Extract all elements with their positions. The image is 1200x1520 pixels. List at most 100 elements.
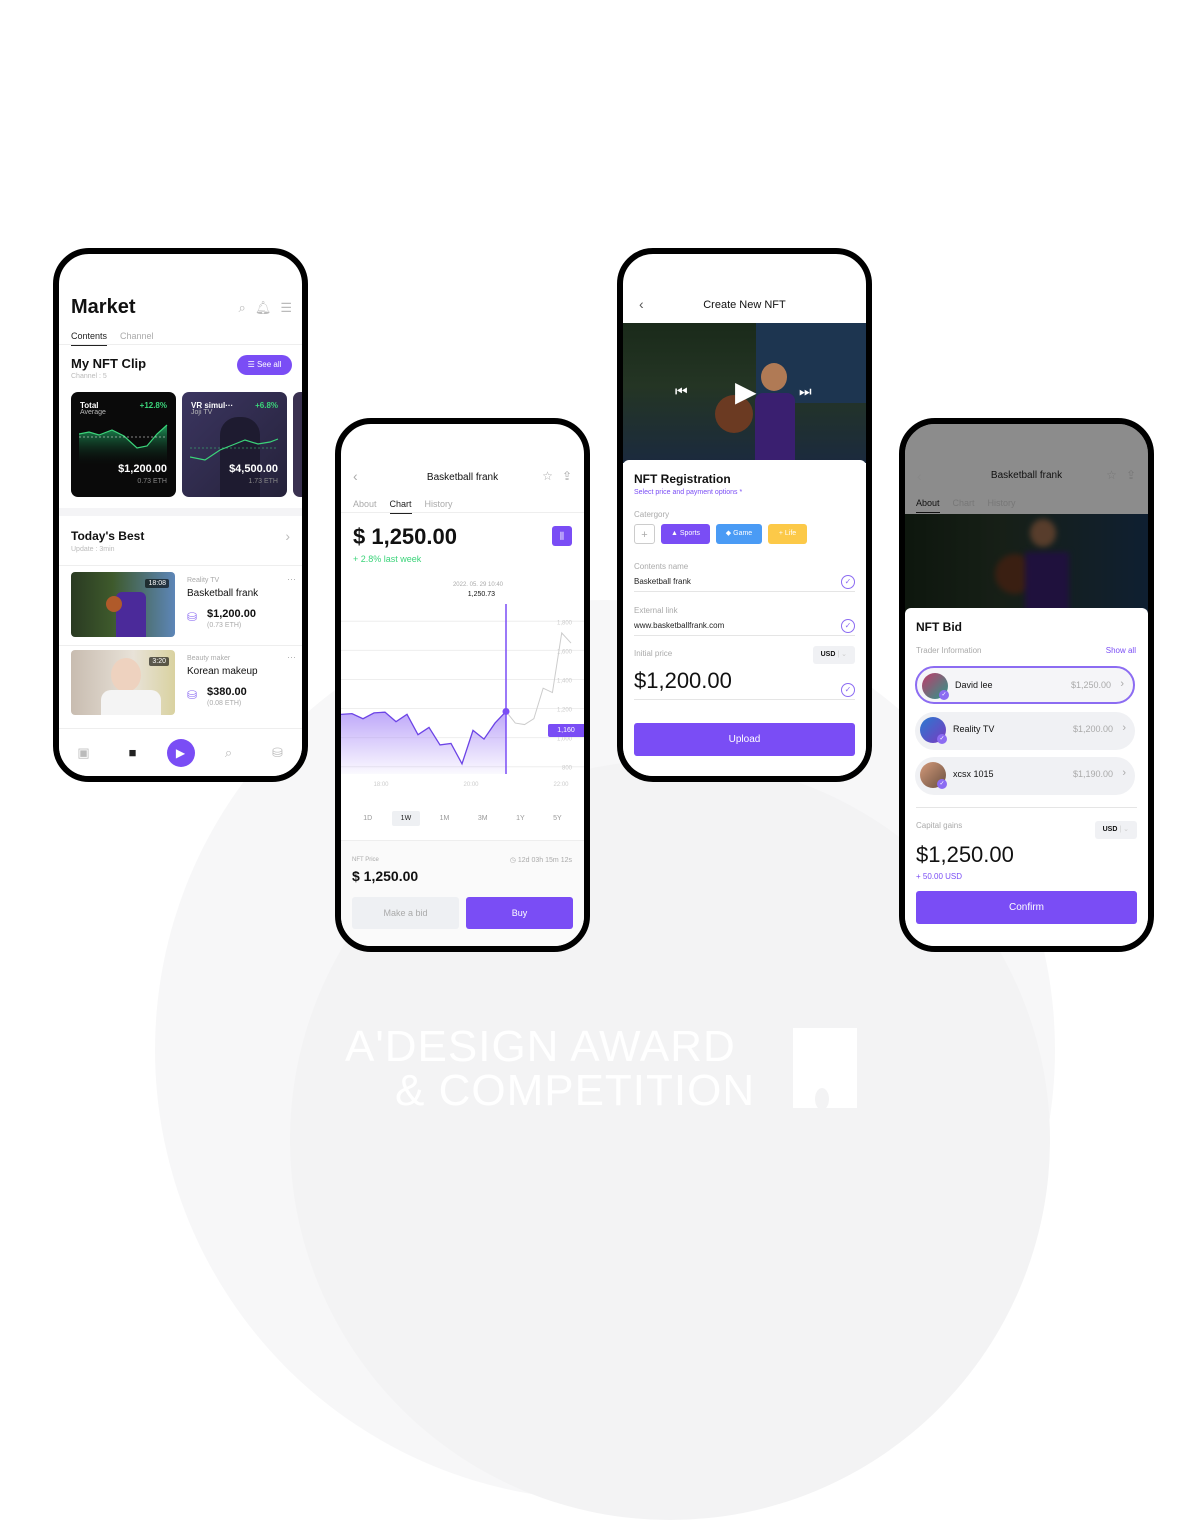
watermark-line: A'DESIGN AWARD [345, 1022, 736, 1071]
external-link-input[interactable]: www.basketballfrank.com [634, 621, 724, 630]
list-item[interactable]: 3:20 Beauty maker Korean makeup ⛁ $380.0… [71, 650, 296, 720]
chevron-down-icon: | ⌄ [1119, 826, 1129, 833]
tab-history[interactable]: History [988, 498, 1016, 513]
tooltip-value: 1,250.73 [467, 591, 495, 598]
chip-label: Sports [679, 530, 701, 537]
section-subtitle: Update : 3min [71, 546, 115, 553]
buy-button[interactable]: Buy [466, 897, 573, 929]
video-player[interactable]: ⏮ ▶ ⏭ [623, 323, 866, 463]
play-plus-icon[interactable]: ▶ [166, 738, 195, 767]
chip-life[interactable]: + Life [768, 524, 807, 544]
trader-info-label: Trader Information [916, 646, 982, 655]
item-price: $1,200.00 [207, 608, 256, 620]
video-thumbnail: 18:08 [71, 572, 175, 637]
list-item[interactable]: 18:08 Reality TV Basketball frank ⛁ $1,2… [71, 572, 296, 642]
range-1d[interactable]: 1D [354, 811, 381, 826]
card-eth: 0.73 ETH [137, 478, 167, 485]
show-all-link[interactable]: Show all [1106, 646, 1136, 655]
bid-price: $1,200.00 [1072, 724, 1113, 734]
clip-card[interactable]: VR simul··· Joji TV +6.8% $4,500.00 1.73… [182, 392, 287, 497]
share-icon[interactable]: ⇪ [562, 469, 572, 483]
mini-chart [79, 424, 168, 467]
video-figure [755, 393, 795, 463]
price-chart[interactable]: 8001,0001,2001,4001,6001,80018:00 20:00 22… [341, 599, 584, 799]
bidder-name: Reality TV [953, 724, 995, 734]
field-underline [634, 591, 855, 592]
contents-name-input[interactable]: Basketball frank [634, 577, 691, 586]
range-1m[interactable]: 1M [431, 811, 459, 826]
chip-game[interactable]: ◆ Game [716, 524, 762, 544]
candlestick-icon[interactable]: ⫼ [552, 526, 572, 546]
chevron-right-icon: › [1122, 722, 1126, 734]
watermark: A'DESIGN AWARD & COMPETITION [345, 1025, 755, 1113]
star-icon[interactable]: ☆ [542, 469, 553, 483]
confirm-button[interactable]: Confirm [916, 891, 1137, 924]
range-5y[interactable]: 5Y [544, 811, 571, 826]
initial-price-input[interactable]: $1,200.00 [634, 668, 732, 694]
clock-icon: ◷ [509, 857, 518, 864]
bid-sheet: NFT Bid Trader Information Show all ✓ Da… [905, 608, 1148, 946]
cube-icon[interactable]: ■ [118, 745, 148, 760]
chevron-down-icon: | ⌄ [837, 651, 847, 658]
y-tick-label: 1,000 [557, 737, 573, 743]
upload-button[interactable]: Upload [634, 723, 855, 756]
share-icon[interactable]: ⇪ [1126, 468, 1136, 482]
nft-price-label: NFT Price [352, 857, 379, 863]
card-subtitle: Joji TV [191, 409, 213, 416]
bell-icon[interactable]: 🔔︎ [255, 300, 272, 316]
next-icon[interactable]: ⏭ [799, 383, 812, 400]
see-all-button[interactable]: ☰ See all [237, 355, 292, 375]
add-category-button[interactable]: + [634, 524, 655, 544]
range-3m[interactable]: 3M [469, 811, 497, 826]
form-subtitle: Select price and payment options * [634, 489, 743, 496]
bid-row[interactable]: ✓ Reality TV $1,200.00 › [915, 712, 1135, 750]
phone-nft-bid: ‹ Basketball frank ☆ ⇪ About Chart Histo… [899, 418, 1154, 952]
chip-sports[interactable]: ▲ Sports [661, 524, 710, 544]
tab-about[interactable]: About [916, 498, 940, 513]
video-icon[interactable]: ▣ [69, 745, 99, 761]
item-eth: (0.08 ETH) [207, 700, 242, 707]
currency-value: USD [820, 651, 836, 658]
currency-select[interactable]: USD | ⌄ [812, 646, 855, 664]
field-underline [634, 699, 855, 700]
more-icon[interactable]: ··· [287, 652, 296, 662]
bid-row[interactable]: ✓ David lee $1,250.00 › [915, 666, 1135, 704]
clip-card[interactable] [293, 392, 302, 497]
item-title: Basketball frank [187, 588, 259, 599]
x-tick-label: 18:00 [373, 782, 389, 788]
currency-select[interactable]: USD | ⌄ [1094, 821, 1137, 839]
bid-row[interactable]: ✓ xcsx 1015 $1,190.00 › [915, 757, 1135, 795]
chevron-right-icon: › [1122, 767, 1126, 779]
chevron-right-icon[interactable]: › [285, 528, 290, 544]
form-title: NFT Registration [634, 472, 731, 486]
thumbnail-body [101, 690, 161, 715]
modal-overlay[interactable] [905, 424, 1148, 614]
previous-icon[interactable]: ⏮ [675, 383, 688, 400]
watermark-logo [793, 1028, 857, 1110]
card-eth: 1.73 ETH [248, 478, 278, 485]
more-icon[interactable]: ··· [287, 574, 296, 584]
capital-gains-value: $1,250.00 [916, 842, 1014, 867]
initial-price-label: Initial price [634, 649, 673, 658]
bidder-name: xcsx 1015 [953, 769, 994, 779]
star-icon[interactable]: ☆ [1106, 468, 1117, 482]
x-tick-label: 22:00 [553, 782, 569, 788]
range-1y[interactable]: 1Y [507, 811, 534, 826]
current-price: $ 1,250.00 [353, 524, 457, 549]
sports-icon: ▲ [670, 530, 678, 537]
coins-icon[interactable]: ⛁ [263, 745, 293, 761]
current-price-tag: 1,160 [548, 724, 584, 737]
check-icon: ✓ [841, 619, 855, 633]
play-icon[interactable]: ▶ [735, 375, 757, 408]
purchase-panel: NFT Price ◷ 12d 03h 15m 12s $ 1,250.00 M… [341, 840, 584, 946]
clip-card[interactable]: Total Average +12.8% $1,200.00 0.73 ETH [71, 392, 176, 497]
category-chips: + ▲ Sports ◆ Game + Life [634, 524, 864, 546]
menu-icon[interactable]: ☰ [280, 300, 292, 316]
range-1w[interactable]: 1W [391, 811, 421, 826]
video-face [761, 363, 787, 391]
search-play-icon[interactable]: ⌕ [214, 745, 244, 761]
tab-chart[interactable]: Chart [953, 498, 975, 513]
see-all-label: See all [256, 360, 282, 369]
make-bid-button[interactable]: Make a bid [352, 897, 459, 929]
search-icon[interactable]: ⌕ [239, 300, 246, 316]
